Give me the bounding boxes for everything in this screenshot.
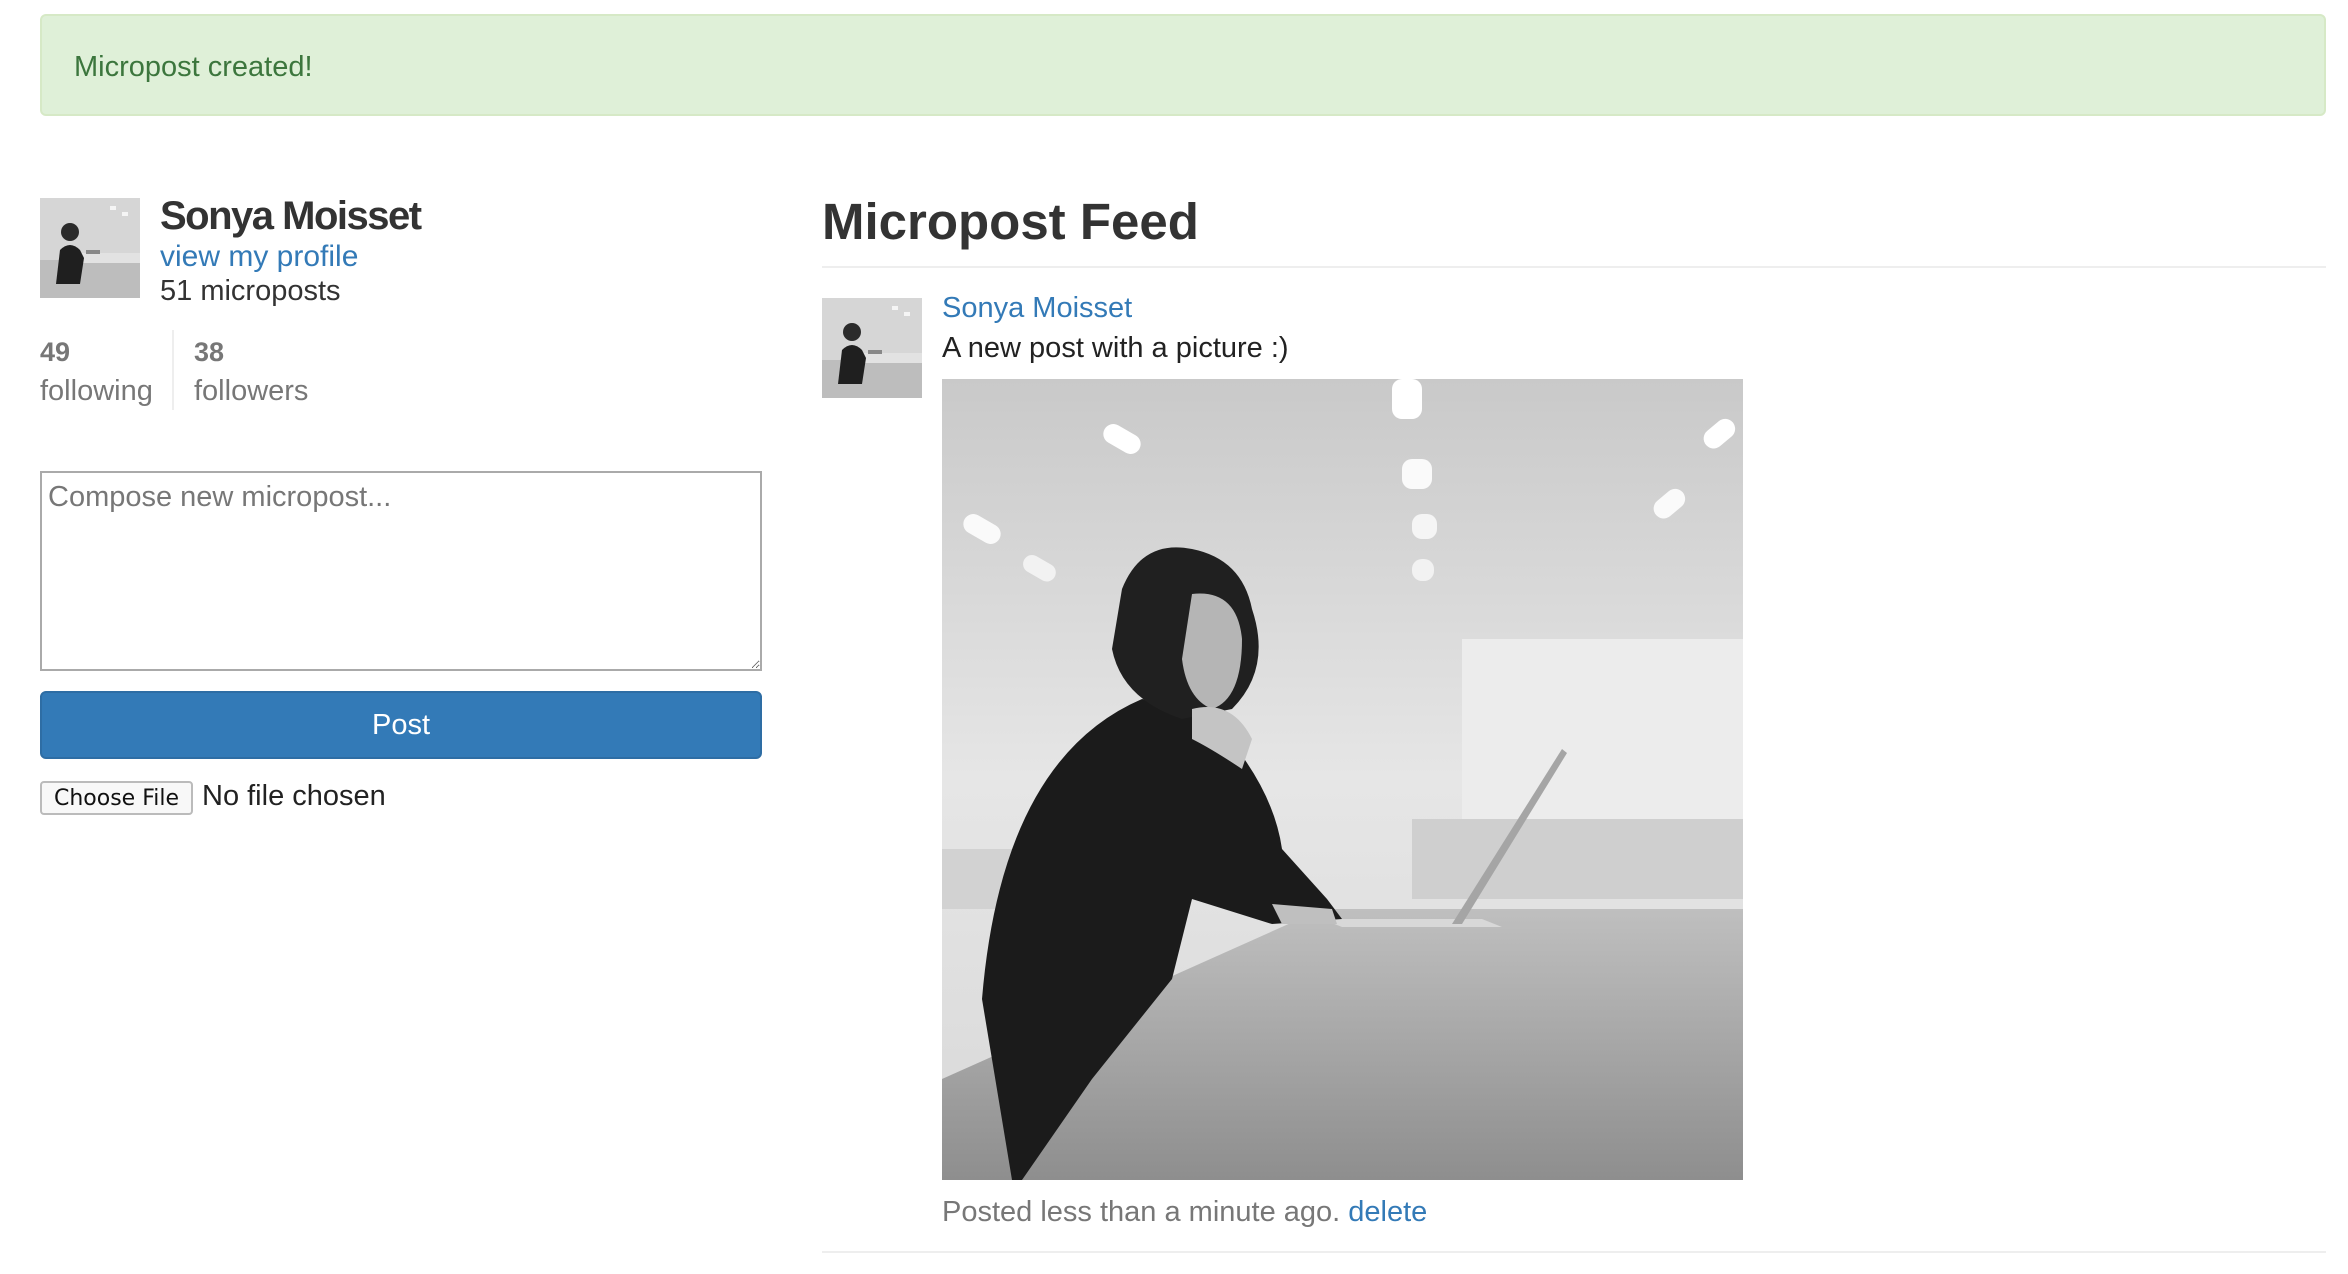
following-label: following xyxy=(40,375,153,407)
micropost-count: 51 microposts xyxy=(160,275,341,307)
compose-micropost-textarea[interactable] xyxy=(40,471,762,671)
file-status-text: No file chosen xyxy=(202,780,386,812)
stats-divider xyxy=(172,330,174,410)
avatar-photo-icon xyxy=(40,198,140,298)
feed-item-image xyxy=(942,379,1743,1180)
choose-file-button[interactable]: Choose File xyxy=(40,781,193,815)
feed-item-content: A new post with a picture :) xyxy=(942,332,1289,364)
flash-message: Micropost created! xyxy=(74,51,313,83)
feed-divider xyxy=(822,266,2326,268)
following-stat[interactable]: 49 following xyxy=(40,334,153,412)
flash-success: Micropost created! xyxy=(40,14,2326,116)
feed-item-avatar[interactable] xyxy=(822,298,922,398)
delete-post-link[interactable]: delete xyxy=(1348,1196,1427,1228)
feed-item-author-link[interactable]: Sonya Moisset xyxy=(942,292,1132,325)
woman-laptop-photo-icon xyxy=(942,379,1743,1180)
followers-stat[interactable]: 38 followers xyxy=(194,334,308,412)
followers-label: followers xyxy=(194,375,309,407)
view-profile-link[interactable]: view my profile xyxy=(160,240,358,274)
user-name: Sonya Moisset xyxy=(160,194,422,238)
user-avatar[interactable] xyxy=(40,198,140,298)
post-button[interactable]: Post xyxy=(40,691,762,759)
avatar-photo-icon xyxy=(822,298,922,398)
feed-item-divider xyxy=(822,1251,2326,1253)
feed-item-timestamp: Posted less than a minute ago. delete xyxy=(942,1196,1427,1229)
timestamp-text: Posted less than a minute ago. xyxy=(942,1196,1341,1228)
following-count: 49 xyxy=(40,337,71,367)
feed-title: Micropost Feed xyxy=(822,193,1199,250)
followers-count: 38 xyxy=(194,337,225,367)
